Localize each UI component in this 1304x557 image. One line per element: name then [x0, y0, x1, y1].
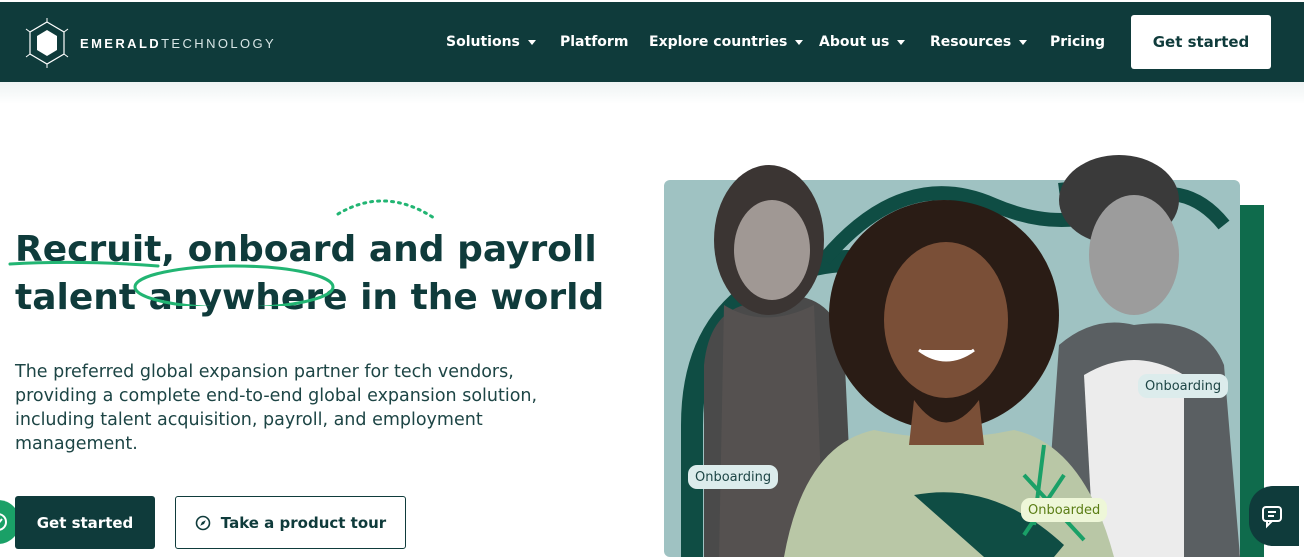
nav-item-resources[interactable]: Resources [930, 34, 1028, 50]
caret-down-icon [795, 39, 804, 45]
product-tour-button[interactable]: Take a product tour [175, 496, 406, 549]
hero-description: The preferred global expansion partner f… [15, 362, 538, 454]
hero-people-image [664, 155, 1264, 557]
headline-decoration [8, 199, 436, 306]
nav-label: About us [819, 34, 890, 50]
nav-label: Explore countries [649, 34, 788, 50]
emerald-logo-icon [25, 18, 69, 68]
nav-item-pricing[interactable]: Pricing [1050, 34, 1105, 50]
status-badge-onboarding: Onboarding [688, 465, 779, 489]
nav-get-started-button[interactable]: Get started [1131, 15, 1271, 69]
nav-item-platform[interactable]: Platform [560, 34, 628, 50]
brand-wordmark: EMERALDTECHNOLOGY [80, 35, 277, 51]
nav-label: Solutions [446, 34, 520, 50]
nav-label: Resources [930, 34, 1012, 50]
compass-icon [195, 515, 211, 530]
nav-item-solutions[interactable]: Solutions [446, 34, 536, 50]
top-navigation: EMERALDTECHNOLOGY Solutions Platform Exp… [0, 2, 1304, 82]
nav-item-explore-countries[interactable]: Explore countries [649, 34, 804, 50]
hero-get-started-button[interactable]: Get started [15, 496, 155, 549]
nav-label: Platform [560, 34, 629, 50]
chat-icon [1262, 506, 1282, 529]
status-badge-onboarded: Onboarded [1021, 498, 1108, 522]
brand-logo[interactable]: EMERALDTECHNOLOGY [24, 18, 276, 68]
nav-item-about-us[interactable]: About us [819, 34, 906, 50]
nav-shadow [0, 82, 1304, 104]
caret-down-icon [1019, 39, 1028, 45]
caret-down-icon [897, 39, 906, 45]
status-badge-onboarding: Onboarding [1138, 374, 1229, 398]
hero-headline: Recruit, onboard and payroll talent anyw… [8, 199, 635, 322]
nav-label: Pricing [1050, 34, 1106, 50]
chat-widget-button[interactable] [1249, 486, 1299, 546]
product-tour-label: Take a product tour [220, 513, 387, 532]
caret-down-icon [527, 39, 536, 45]
